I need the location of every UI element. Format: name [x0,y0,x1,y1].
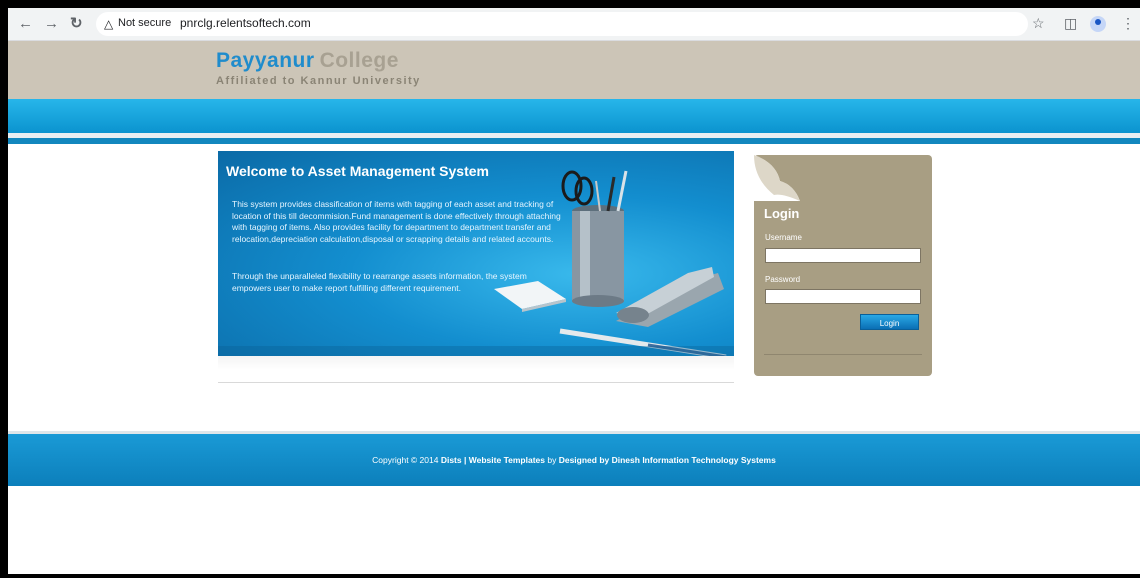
address-bar[interactable]: △ Not secure pnrclg.relentsoftech.com [96,12,1028,36]
site-tagline: Affiliated to Kannur University [216,75,421,87]
copyright-text: Copyright © 2014 [372,455,439,465]
office-supplies-illustration [218,170,734,356]
forward-icon[interactable]: → [44,15,59,33]
divider [8,138,1140,144]
security-label[interactable]: Not secure [118,17,171,29]
page-fold-decoration [754,155,800,201]
welcome-banner: Welcome to Asset Management System This … [218,151,734,356]
site-footer: Copyright © 2014 Dists | Website Templat… [8,434,1140,486]
warning-icon[interactable]: △ [104,17,113,31]
divider [764,354,922,355]
url-text[interactable]: pnrclg.relentsoftech.com [180,16,311,30]
footer-link-website-templates[interactable]: Website Templates [469,455,545,465]
divider [218,382,734,383]
username-label: Username [765,233,802,242]
side-panel-icon[interactable]: ◫ [1064,15,1077,32]
star-icon[interactable]: ☆ [1032,15,1045,32]
brand-secondary: College [319,49,399,72]
back-icon[interactable]: ← [18,15,33,33]
menu-icon[interactable]: ⋮ [1121,15,1135,32]
site-logo[interactable]: Payyanur College Affiliated to Kannur Uni… [216,49,421,87]
profile-avatar[interactable] [1090,16,1106,32]
welcome-description-secondary: Through the unparalleled flexibility to … [232,271,527,293]
footer-by: by [547,455,557,465]
password-label: Password [765,275,801,284]
welcome-title: Welcome to Asset Management System [226,163,489,179]
username-input[interactable] [765,248,921,263]
password-input[interactable] [765,289,921,304]
site-header: Payyanur College Affiliated to Kannur Uni… [8,41,1140,99]
footer-designer-link[interactable]: Designed by Dinesh Information Technolog… [559,455,776,465]
banner-base [218,356,734,370]
login-title: Login [764,206,800,221]
reload-icon[interactable]: ↻ [70,15,83,33]
footer-link-dists[interactable]: Dists [441,455,462,465]
login-panel: Login Username Password Login [754,155,932,376]
footer-separator: | [464,455,467,465]
brand-primary: Payyanur [216,49,315,72]
welcome-description: This system provides classification of i… [232,199,561,244]
browser-toolbar: ← → ↻ △ Not secure pnrclg.relentsoftech.… [8,8,1140,41]
nav-band [8,99,1140,133]
browser-window: ← → ↻ △ Not secure pnrclg.relentsoftech.… [8,8,1140,574]
login-button[interactable]: Login [860,314,919,330]
